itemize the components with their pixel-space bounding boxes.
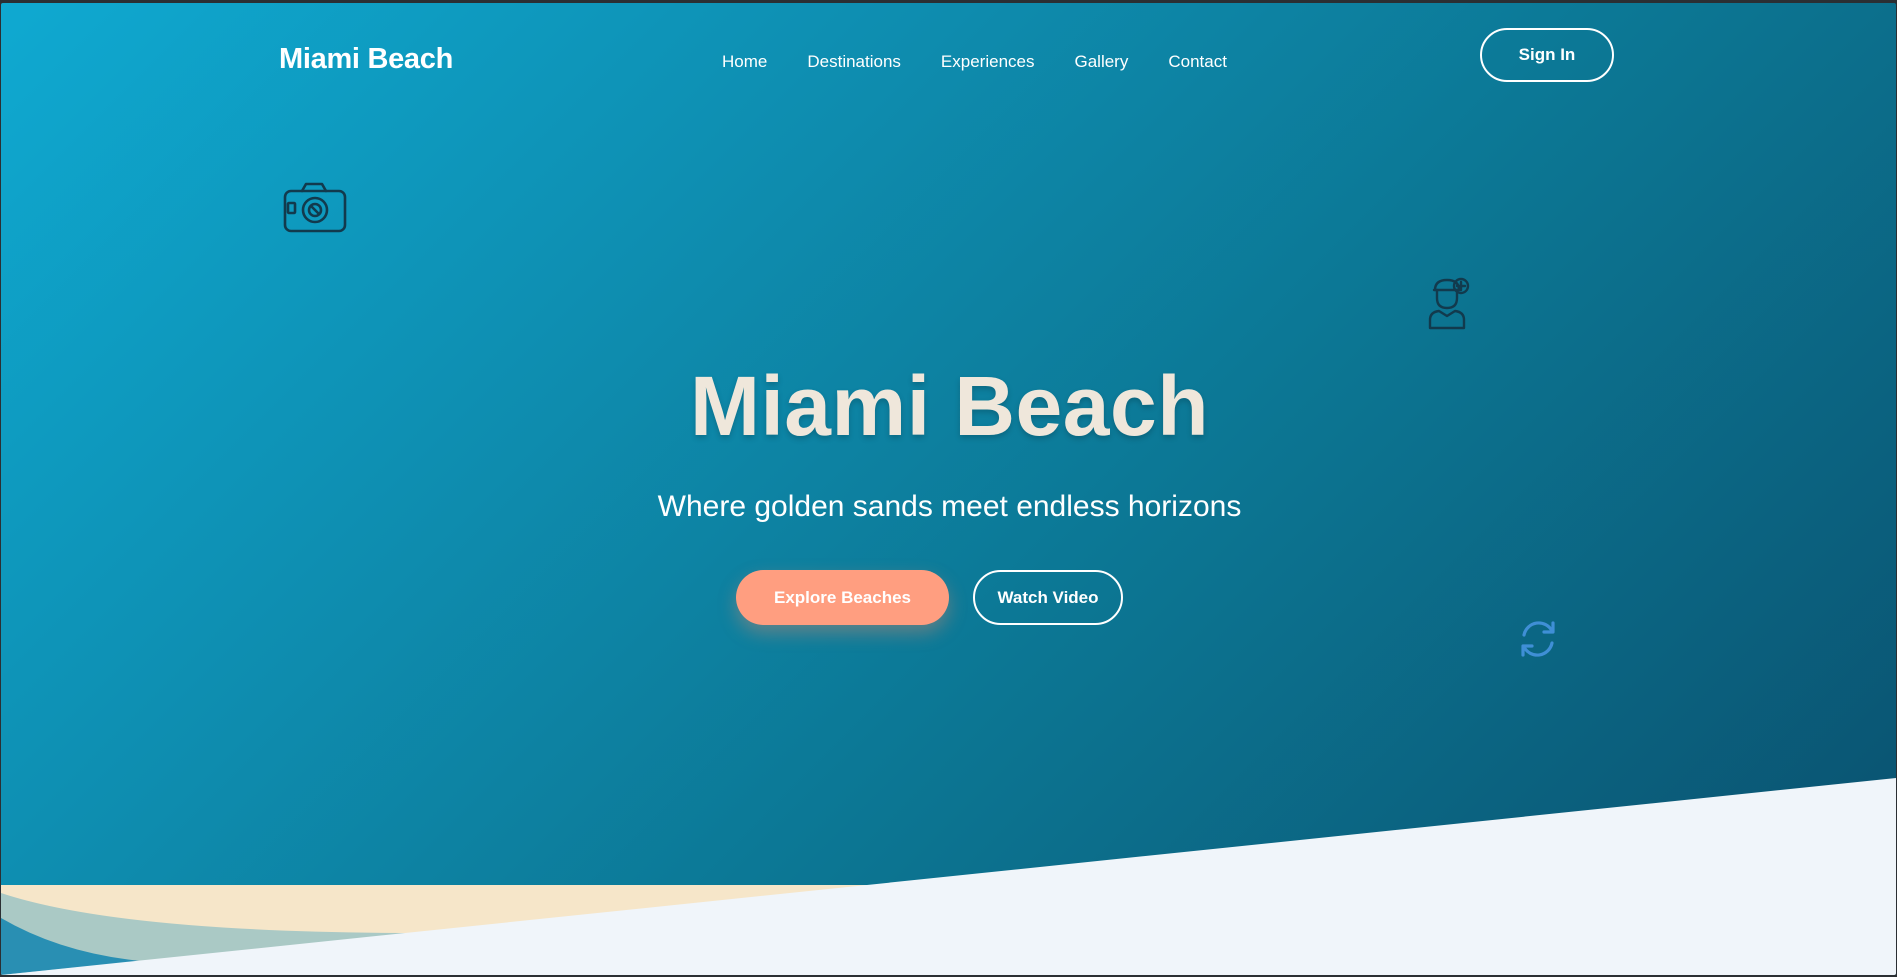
hero-section: Miami Beach Home Destinations Experience… <box>1 3 1896 975</box>
foam-section <box>1 778 1896 975</box>
wave-divider <box>1 778 1896 975</box>
